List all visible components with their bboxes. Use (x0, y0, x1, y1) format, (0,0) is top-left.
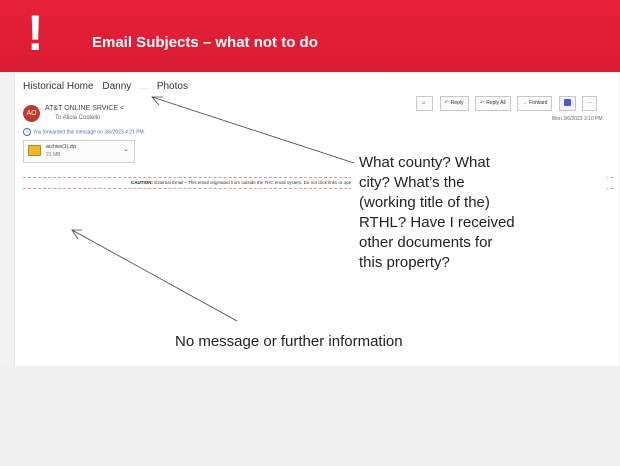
arrow-head-subject (151, 96, 163, 106)
annotation-arrows (71, 96, 355, 322)
arrow-to-subject (151, 96, 355, 164)
arrow-to-body (71, 229, 238, 322)
slide: ! Email Subjects – what not to do Histor… (0, 0, 620, 466)
